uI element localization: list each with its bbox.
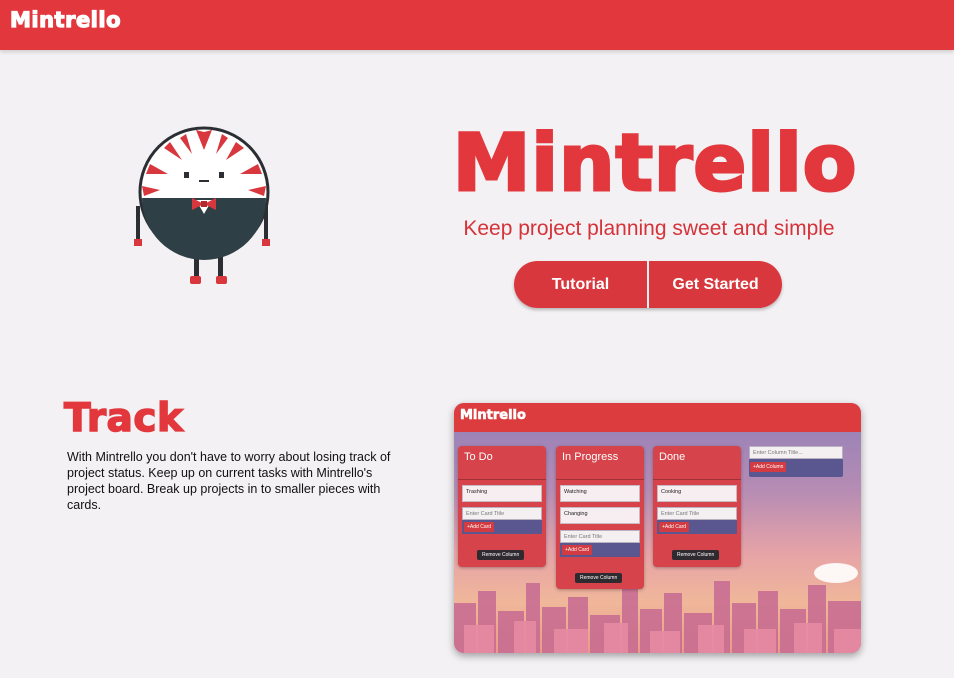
preview-card-entry: Enter Card Title +Add Card [560, 530, 640, 557]
board-preview-image: Mintrello To Do Trashing Enter Card Titl… [454, 403, 861, 653]
preview-card: Cooking [657, 485, 737, 502]
hero-button-group: Tutorial Get Started [514, 261, 782, 308]
preview-card-entry: Enter Card Title +Add Card [462, 507, 542, 534]
add-column-button: +Add Column [750, 462, 787, 472]
add-card-button: +Add Card [659, 522, 690, 532]
hero-tagline: Keep project planning sweet and simple [463, 217, 835, 240]
preview-column-in-progress: In Progress Watching Changing Enter Card… [556, 446, 644, 589]
preview-column-title: In Progress [562, 451, 619, 463]
column-title-input: Enter Column Title... [749, 446, 843, 459]
column-divider [556, 479, 644, 480]
preview-card: Trashing [462, 485, 542, 502]
preview-column-todo: To Do Trashing Enter Card Title +Add Car… [458, 446, 546, 567]
remove-column-button: Remove Column [672, 550, 720, 560]
preview-new-column-entry: Enter Column Title... +Add Column [749, 446, 843, 477]
hero-title: Mintrello [451, 119, 858, 209]
preview-card: Changing [560, 507, 640, 524]
top-navbar: Mintrello [0, 0, 954, 50]
remove-column-button: Remove Column [575, 573, 623, 583]
column-divider [458, 479, 546, 480]
feature-description: With Mintrello you don't have to worry a… [67, 450, 391, 512]
preview-column-title: Done [659, 451, 686, 463]
feature-title: Track [63, 395, 184, 442]
preview-navbar: Mintrello [454, 403, 861, 432]
preview-card: Watching [560, 485, 640, 502]
card-title-input: Enter Card Title [560, 530, 640, 543]
card-title-input: Enter Card Title [657, 507, 737, 520]
remove-column-button: Remove Column [477, 550, 525, 560]
preview-column-done: Done Cooking Enter Card Title +Add Card … [653, 446, 741, 567]
preview-column-title: To Do [464, 451, 493, 463]
preview-brand: Mintrello [460, 408, 527, 424]
get-started-button[interactable]: Get Started [649, 261, 782, 308]
navbar-brand[interactable]: Mintrello [9, 7, 121, 32]
tutorial-button[interactable]: Tutorial [514, 261, 649, 308]
add-card-button: +Add Card [562, 545, 593, 555]
card-title-input: Enter Card Title [462, 507, 542, 520]
city-skyline-icon [454, 563, 861, 653]
add-card-button: +Add Card [464, 522, 495, 532]
preview-card-entry: Enter Card Title +Add Card [657, 507, 737, 534]
column-divider [653, 479, 741, 480]
peppermint-mascot-icon [134, 126, 270, 284]
